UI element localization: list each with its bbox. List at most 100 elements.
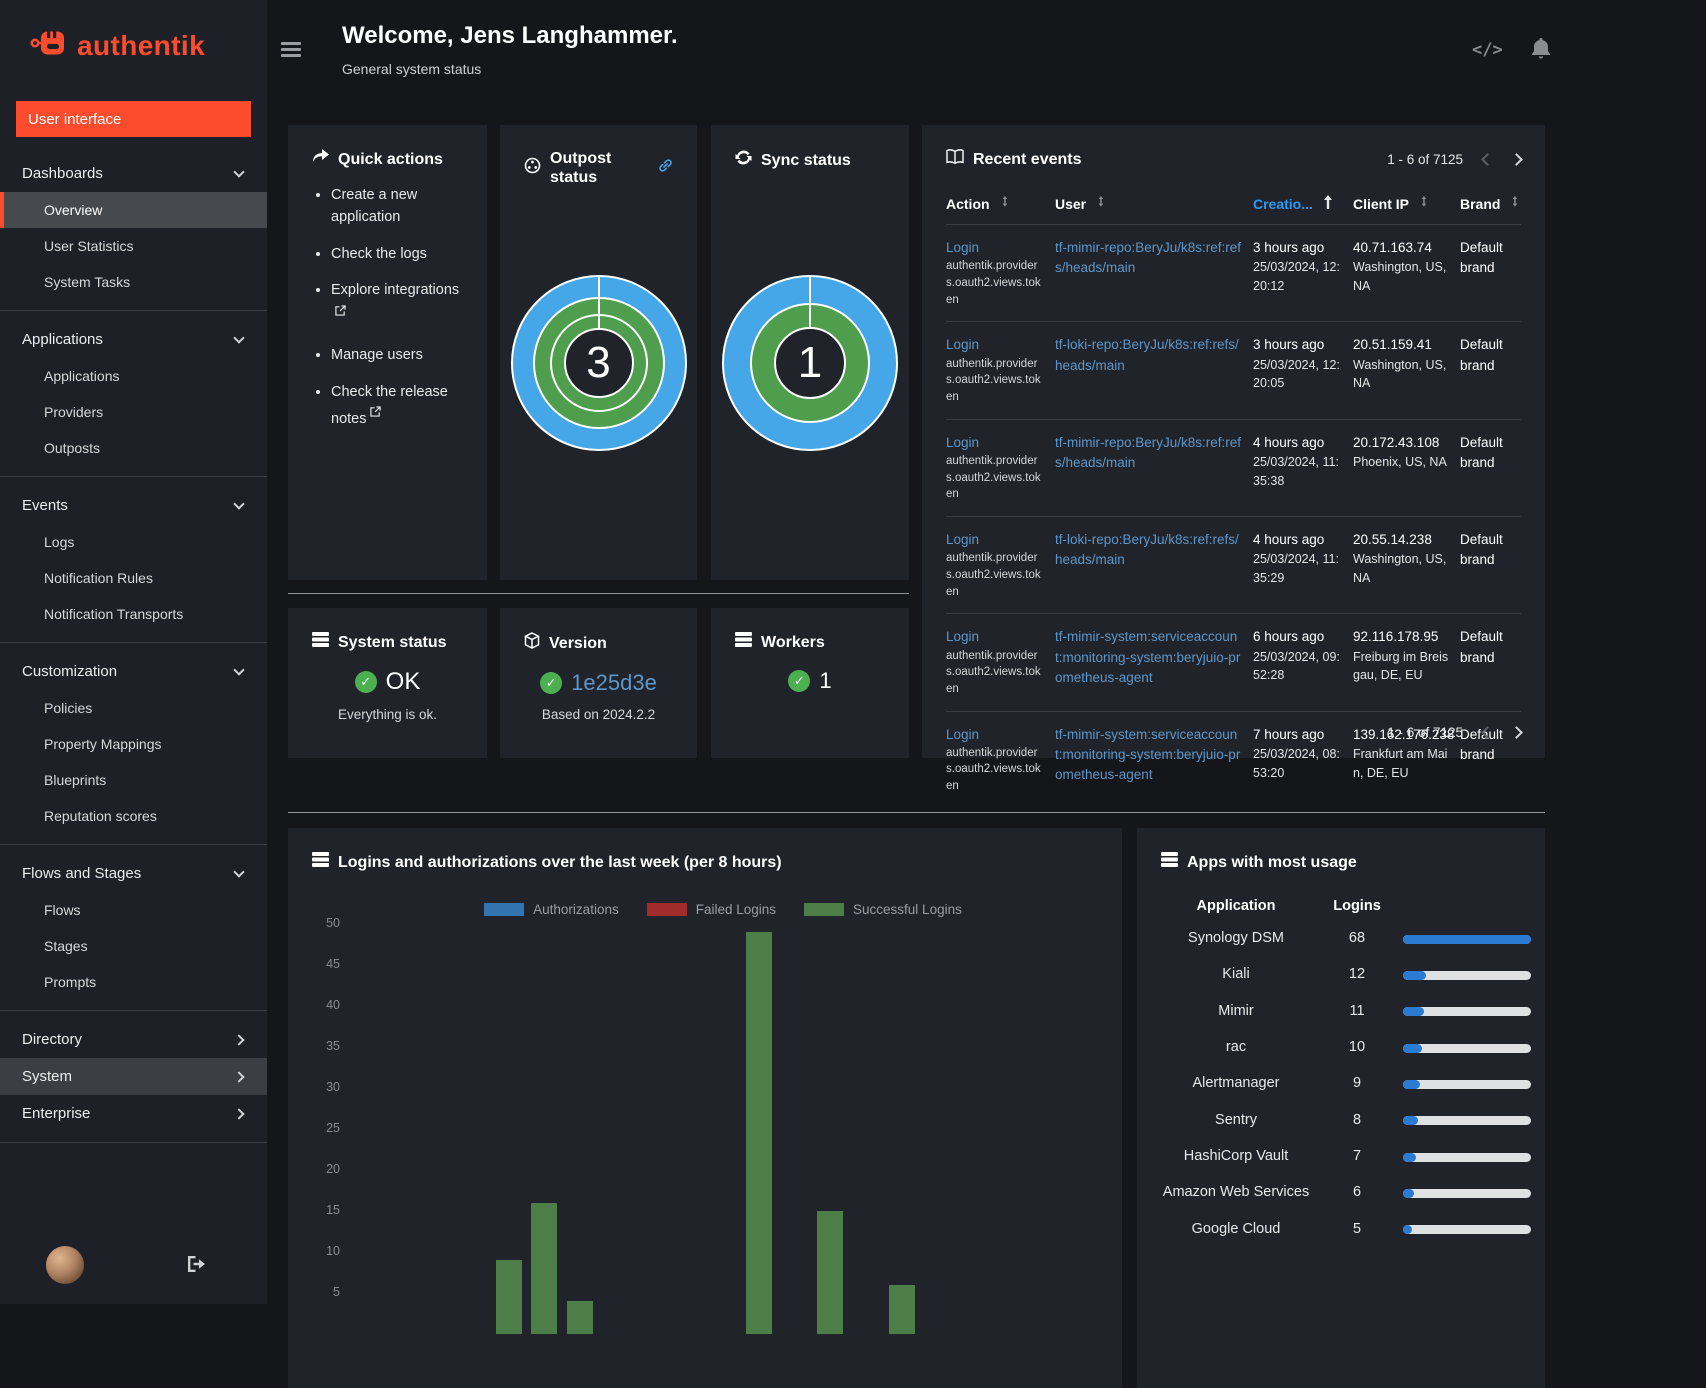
sort-icon[interactable]	[1419, 195, 1430, 212]
event-user-link[interactable]: tf-mimir-system:serviceaccount:monitorin…	[1055, 627, 1243, 688]
column-header-client-ip[interactable]: Client IP	[1353, 195, 1460, 212]
menu-toggle-icon[interactable]	[281, 42, 301, 60]
sidebar-group-events[interactable]: Events	[0, 487, 267, 524]
column-header-user[interactable]: User	[1055, 195, 1253, 212]
event-row: Login authentik.providers.oauth2.views.to…	[946, 614, 1521, 712]
chart-bar-successful-logins[interactable]	[495, 1260, 522, 1334]
quick-actions-card: Quick actions Create a new application Ch…	[288, 125, 487, 580]
sidebar-item-stages[interactable]: Stages	[0, 928, 267, 964]
sidebar-item-policies[interactable]: Policies	[0, 690, 267, 726]
sync-status-donut: 1	[722, 275, 898, 451]
event-user-link[interactable]: tf-mimir-repo:BeryJu/k8s:ref:refs/heads/…	[1055, 238, 1243, 279]
sort-icon[interactable]	[1096, 195, 1107, 212]
chart-bar-successful-logins[interactable]	[567, 1301, 594, 1334]
quick-action-link-check-the-logs[interactable]: Check the logs	[331, 246, 427, 262]
quick-action-link-check-the-release-notes[interactable]: Check the release notes	[331, 384, 448, 428]
usage-bar-fill	[1403, 1080, 1420, 1090]
pagination-next-button[interactable]	[1510, 152, 1523, 166]
usage-bar-fill	[1403, 971, 1426, 981]
api-code-icon[interactable]: </>	[1472, 40, 1503, 60]
quick-action-link-manage-users[interactable]: Manage users	[331, 347, 423, 363]
sort-ascending-icon[interactable]	[1323, 195, 1333, 212]
event-action-link[interactable]: Login	[946, 238, 1045, 258]
share-arrow-icon	[312, 149, 329, 169]
event-brand-cell: Default brand	[1460, 531, 1503, 568]
event-time-cell: 4 hours ago 25/03/2024, 11:35:38	[1253, 433, 1353, 503]
sidebar-item-property-mappings[interactable]: Property Mappings	[0, 726, 267, 762]
user-avatar[interactable]	[46, 1246, 84, 1284]
legend-item-failed-logins[interactable]: Failed Logins	[646, 902, 776, 917]
sidebar-item-reputation-scores[interactable]: Reputation scores	[0, 798, 267, 834]
user-interface-button[interactable]: User interface	[16, 101, 251, 137]
sidebar-item-system-tasks[interactable]: System Tasks	[0, 264, 267, 300]
pagination-prev-button[interactable]	[1481, 726, 1494, 739]
notifications-bell-icon[interactable]	[1531, 38, 1551, 65]
sidebar-footer	[0, 1246, 267, 1304]
event-action-link[interactable]: Login	[946, 725, 1045, 745]
cube-icon	[524, 632, 540, 654]
sidebar-item-flows[interactable]: Flows	[0, 892, 267, 928]
column-header-brand[interactable]: Brand	[1460, 195, 1521, 212]
event-action-cell: Login authentik.providers.oauth2.views.to…	[946, 627, 1055, 697]
pagination-label: 1 - 6 of 7125	[1387, 151, 1463, 167]
sidebar-item-applications[interactable]: Applications	[0, 358, 267, 394]
sidebar-group-flows-and-stages[interactable]: Flows and Stages	[0, 855, 267, 892]
event-user-link[interactable]: tf-mimir-system:serviceaccount:monitorin…	[1055, 725, 1243, 786]
event-user-link[interactable]: tf-loki-repo:BeryJu/k8s:ref:refs/heads/m…	[1055, 530, 1243, 571]
sidebar-group-customization[interactable]: Customization	[0, 653, 267, 690]
chart-bar-successful-logins[interactable]	[817, 1211, 844, 1334]
sidebar-group-dashboards[interactable]: Dashboards	[0, 155, 267, 192]
chart-bar-successful-logins[interactable]	[745, 932, 772, 1334]
sort-icon[interactable]	[1510, 195, 1521, 212]
event-user-link[interactable]: tf-loki-repo:BeryJu/k8s:ref:refs/heads/m…	[1055, 335, 1243, 376]
event-action-link[interactable]: Login	[946, 530, 1045, 550]
quick-action-link-create-a-new-application[interactable]: Create a new application	[331, 187, 417, 225]
event-action-detail: authentik.providers.oauth2.views.token	[946, 746, 1041, 793]
sidebar-item-prompts[interactable]: Prompts	[0, 964, 267, 1000]
sidebar-item-blueprints[interactable]: Blueprints	[0, 762, 267, 798]
sidebar-group-label: Applications	[22, 331, 103, 348]
sidebar-item-logs[interactable]: Logs	[0, 524, 267, 560]
chevron-down-icon	[233, 332, 245, 344]
event-action-link[interactable]: Login	[946, 627, 1045, 647]
sidebar-item-outposts[interactable]: Outposts	[0, 430, 267, 466]
card-title-text: Version	[549, 634, 607, 652]
legend-item-successful-logins[interactable]: Successful Logins	[804, 902, 962, 917]
column-header-creatio[interactable]: Creatio...	[1253, 195, 1353, 212]
legend-item-authorizations[interactable]: Authorizations	[484, 902, 619, 917]
column-header-action[interactable]: Action	[946, 195, 1055, 212]
event-client-ip: 20.51.159.41	[1353, 337, 1432, 353]
sidebar-item-notification-transports[interactable]: Notification Transports	[0, 596, 267, 632]
quick-actions-list: Create a new application Check the logs Ex…	[312, 185, 463, 431]
recent-events-card: Recent events 1 - 6 of 7125 Action User Cr…	[922, 125, 1545, 792]
version-card: Version ✓ 1e25d3e Based on 2024.2.2	[500, 608, 697, 758]
version-value-link[interactable]: 1e25d3e	[571, 670, 657, 696]
sort-icon[interactable]	[1000, 195, 1011, 212]
sidebar-group-applications[interactable]: Applications	[0, 321, 267, 358]
event-row: Login authentik.providers.oauth2.views.to…	[946, 420, 1521, 517]
pagination-next-button[interactable]	[1510, 726, 1523, 739]
sidebar: authentik User interface Dashboards Overv…	[0, 0, 267, 1304]
column-label: User	[1055, 195, 1087, 212]
sidebar-item-user-statistics[interactable]: User Statistics	[0, 228, 267, 264]
sidebar-group-directory[interactable]: Directory	[0, 1021, 267, 1058]
chart-bar-successful-logins[interactable]	[888, 1284, 915, 1334]
event-timestamp: 25/03/2024, 09:52:28	[1253, 649, 1340, 683]
quick-action-link-explore-integrations[interactable]: Explore integrations	[331, 282, 459, 298]
app-usage-row: HashiCorp Vault 7	[1161, 1138, 1531, 1174]
event-timestamp: 25/03/2024, 11:35:38	[1253, 454, 1339, 488]
sidebar-item-notification-rules[interactable]: Notification Rules	[0, 560, 267, 596]
link-icon[interactable]	[658, 158, 673, 178]
divider	[0, 476, 267, 477]
event-user-link[interactable]: tf-mimir-repo:BeryJu/k8s:ref:refs/heads/…	[1055, 433, 1243, 474]
chart-bar-successful-logins[interactable]	[531, 1202, 558, 1334]
sign-out-button[interactable]	[184, 1253, 209, 1278]
sidebar-item-providers[interactable]: Providers	[0, 394, 267, 430]
sidebar-group-system[interactable]: System	[0, 1058, 267, 1095]
event-action-link[interactable]: Login	[946, 433, 1045, 453]
event-action-link[interactable]: Login	[946, 335, 1045, 355]
pagination-prev-button[interactable]	[1481, 152, 1494, 166]
sidebar-group-enterprise[interactable]: Enterprise	[0, 1095, 267, 1132]
sidebar-item-overview[interactable]: Overview	[0, 192, 267, 228]
event-time-cell: 7 hours ago 25/03/2024, 08:53:20	[1253, 725, 1353, 795]
